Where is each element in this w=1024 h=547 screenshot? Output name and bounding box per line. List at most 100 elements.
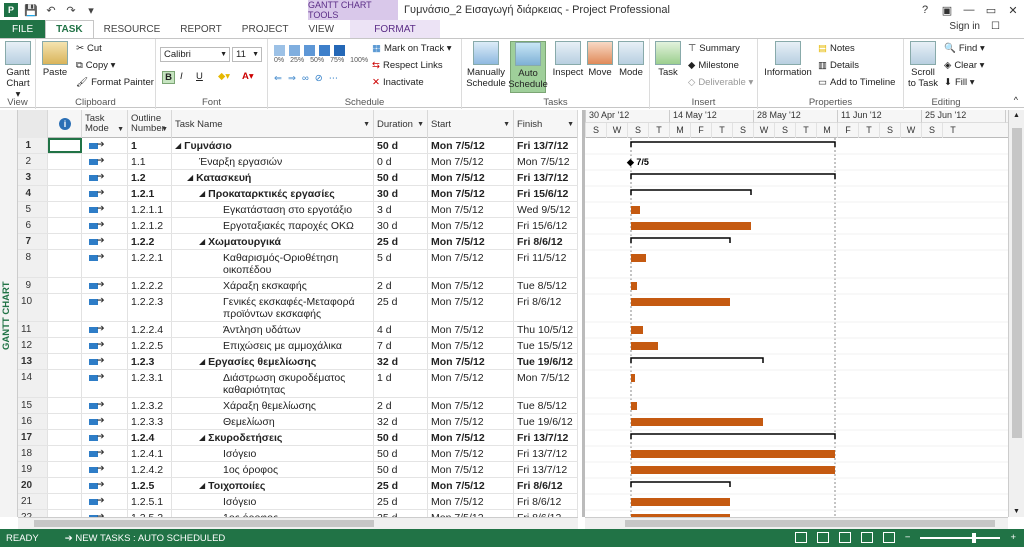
sign-in-link[interactable]: Sign in: [949, 21, 980, 32]
font-name-select[interactable]: Calibri ▼: [160, 47, 230, 62]
row-id[interactable]: 10: [18, 294, 48, 321]
task-name-cell[interactable]: Εργοταξιακές παροχές ΟΚΩ: [172, 218, 374, 233]
start-cell[interactable]: Mon 7/5/12: [428, 294, 514, 321]
scroll-up-icon[interactable]: ▲: [1013, 112, 1020, 119]
chevron-down-icon[interactable]: ▼: [417, 121, 424, 128]
indicator-cell[interactable]: [48, 138, 82, 153]
tab-format[interactable]: FORMAT: [350, 20, 441, 38]
table-row[interactable]: 21 1.2.5.1 Ισόγειο 25 dMon 7/5/12Fri 8/6/12: [18, 494, 578, 510]
fill-button[interactable]: ⬇ Fill ▾: [944, 77, 975, 88]
outline-number-cell[interactable]: 1.2.2.5: [128, 338, 172, 353]
task-name-cell[interactable]: 1ος όροφος: [172, 510, 374, 517]
table-row[interactable]: 22 1.2.5.21ος όροφος25 dMon 7/5/12Fri 8/6…: [18, 510, 578, 517]
outline-number-cell[interactable]: 1.2.3: [128, 354, 172, 369]
indicator-cell[interactable]: [48, 234, 82, 249]
duration-cell[interactable]: 25 d: [374, 494, 428, 509]
chevron-down-icon[interactable]: ▼: [363, 121, 370, 128]
copy-button[interactable]: ⧉ Copy ▾: [76, 60, 115, 71]
tab-task[interactable]: TASK: [45, 20, 94, 38]
redo-icon[interactable]: ↷: [64, 4, 78, 17]
indicator-cell[interactable]: [48, 294, 82, 321]
project-app-icon[interactable]: P: [4, 3, 18, 17]
chevron-down-icon[interactable]: ▼: [161, 125, 168, 135]
task-name-cell[interactable]: ◢ Τοιχοποιίες: [172, 478, 374, 493]
task-name-cell[interactable]: ◢ Σκυροδετήσεις: [172, 430, 374, 445]
tab-resource[interactable]: RESOURCE: [94, 20, 171, 38]
task-name-cell[interactable]: ◢ Προκαταρκτικές εργασίες: [172, 186, 374, 201]
duration-cell[interactable]: 50 d: [374, 462, 428, 477]
duration-cell[interactable]: 25 d: [374, 478, 428, 493]
duration-cell[interactable]: 25 d: [374, 510, 428, 517]
indicator-cell[interactable]: [48, 398, 82, 413]
table-row[interactable]: 201.2.5◢Τοιχοποιίες25 dMon 7/5/12Fri 8/6…: [18, 478, 578, 494]
scroll-down-icon[interactable]: ▼: [1013, 508, 1020, 515]
indent-icon[interactable]: ⇒: [288, 73, 296, 84]
task-mode-cell[interactable]: [82, 234, 128, 249]
zoom-slider[interactable]: [920, 532, 1001, 543]
task-bar[interactable]: [631, 222, 751, 230]
finish-cell[interactable]: Tue 15/5/12: [514, 338, 578, 353]
task-name-cell[interactable]: Άντληση υδάτων: [172, 322, 374, 337]
table-row[interactable]: 31.2◢Κατασκευή50 dMon 7/5/12Fri 13/7/12: [18, 170, 578, 186]
start-cell[interactable]: Mon 7/5/12: [428, 354, 514, 369]
start-cell[interactable]: Mon 7/5/12: [428, 202, 514, 217]
chart-horizontal-scrollbar[interactable]: [585, 517, 1008, 529]
team-planner-view-icon[interactable]: [838, 532, 851, 543]
tab-view[interactable]: VIEW: [298, 20, 344, 38]
indicator-cell[interactable]: [48, 494, 82, 509]
start-cell[interactable]: Mon 7/5/12: [428, 170, 514, 185]
grid-scroll-thumb[interactable]: [34, 520, 374, 527]
duration-cell[interactable]: 25 d: [374, 294, 428, 321]
start-cell[interactable]: Mon 7/5/12: [428, 138, 514, 153]
find-button[interactable]: 🔍 Find ▾: [944, 43, 985, 54]
split-icon[interactable]: ⋯: [329, 73, 339, 84]
start-cell[interactable]: Mon 7/5/12: [428, 278, 514, 293]
highlight-color-icon[interactable]: ◆▾: [218, 71, 230, 82]
deliverable-button[interactable]: ◇ Deliverable ▾: [688, 77, 753, 88]
manually-schedule-button[interactable]: Manually Schedule: [464, 41, 508, 89]
finish-cell[interactable]: Fri 8/6/12: [514, 510, 578, 517]
finish-cell[interactable]: Fri 13/7/12: [514, 446, 578, 461]
start-header[interactable]: Start ▼: [428, 110, 514, 138]
task-mode-cell[interactable]: [82, 398, 128, 413]
outline-number-cell[interactable]: 1.2.2: [128, 234, 172, 249]
row-id[interactable]: 2: [18, 154, 48, 169]
duration-cell[interactable]: 50 d: [374, 430, 428, 445]
duration-cell[interactable]: 2 d: [374, 398, 428, 413]
outline-number-cell[interactable]: 1.2.3.3: [128, 414, 172, 429]
help-button[interactable]: ?: [914, 0, 936, 20]
task-bar[interactable]: [631, 374, 635, 382]
gantt-view-icon[interactable]: [816, 532, 829, 543]
task-name-cell[interactable]: Χάραξη θεμελίωσης: [172, 398, 374, 413]
collapse-triangle-icon[interactable]: ◢: [199, 188, 205, 200]
start-cell[interactable]: Mon 7/5/12: [428, 370, 514, 397]
start-cell[interactable]: Mon 7/5/12: [428, 234, 514, 249]
summary-button[interactable]: ⊤ Summary: [688, 43, 740, 54]
task-mode-cell[interactable]: [82, 430, 128, 445]
font-size-select[interactable]: 11 ▼: [232, 47, 262, 62]
close-button[interactable]: ✕: [1002, 0, 1024, 20]
details-button[interactable]: ▥ Details: [818, 60, 859, 71]
start-cell[interactable]: Mon 7/5/12: [428, 414, 514, 429]
task-name-cell[interactable]: Εγκατάσταση στο εργοτάξιο: [172, 202, 374, 217]
row-id[interactable]: 19: [18, 462, 48, 477]
finish-cell[interactable]: Tue 19/6/12: [514, 414, 578, 429]
duration-cell[interactable]: 50 d: [374, 170, 428, 185]
task-name-cell[interactable]: Γενικές εκσκαφές-Μεταφορά προϊόντων εκσκ…: [172, 294, 374, 321]
task-usage-view-icon[interactable]: [794, 532, 807, 543]
table-row[interactable]: 5 1.2.1.1 Εγκατάσταση στο εργοτάξιο 3 dMon …: [18, 202, 578, 218]
outline-number-cell[interactable]: 1.2.5.1: [128, 494, 172, 509]
table-row[interactable]: 18 1.2.4.1 Ισόγειο 50 dMon 7/5/12Fri 13/7/1…: [18, 446, 578, 462]
outline-number-cell[interactable]: 1.2.3.1: [128, 370, 172, 397]
resource-sheet-view-icon[interactable]: [860, 532, 873, 543]
percent-50-icon[interactable]: [304, 45, 315, 56]
row-id[interactable]: 3: [18, 170, 48, 185]
scroll-to-task-button[interactable]: Scroll to Task: [906, 41, 940, 89]
summary-bar[interactable]: [630, 141, 836, 147]
zoom-slider-thumb[interactable]: [972, 532, 977, 543]
outline-number-cell[interactable]: 1.2.2.4: [128, 322, 172, 337]
task-name-cell[interactable]: Θεμελίωση: [172, 414, 374, 429]
row-id[interactable]: 15: [18, 398, 48, 413]
save-icon[interactable]: 💾: [24, 4, 38, 17]
duration-cell[interactable]: 25 d: [374, 234, 428, 249]
